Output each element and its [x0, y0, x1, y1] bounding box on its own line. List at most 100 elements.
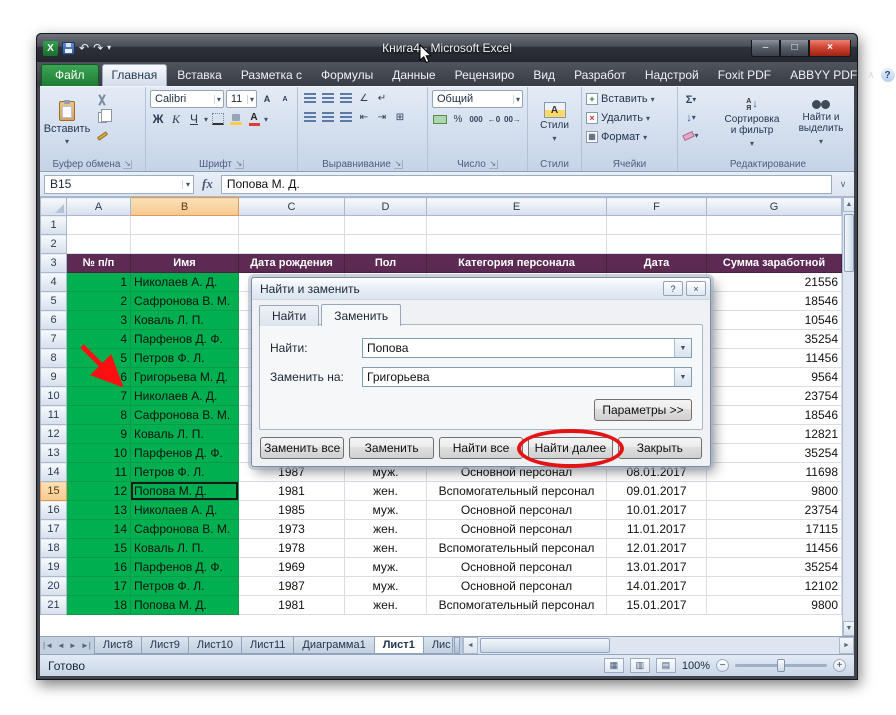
cell-A2[interactable]	[66, 234, 131, 254]
styles-button[interactable]: А Стили ▾	[538, 90, 571, 156]
tab-split-handle[interactable]	[453, 637, 460, 654]
cell-G12[interactable]: 12821	[706, 424, 842, 444]
horizontal-scrollbar[interactable]: ◄ ►	[461, 637, 854, 654]
sheet-tab-Лист11[interactable]: Лист11	[241, 637, 295, 654]
cell-A19[interactable]: 16	[66, 557, 131, 577]
cell-G19[interactable]: 35254	[706, 557, 842, 577]
increase-indent-icon[interactable]: ⇥	[374, 109, 390, 125]
sheet-tab-Лист9[interactable]: Лист9	[140, 637, 189, 654]
ribbon-tab-Надстрой[interactable]: Надстрой	[636, 65, 708, 86]
ribbon-tab-Разработ[interactable]: Разработ	[565, 65, 635, 86]
cell-C21[interactable]: 1981	[238, 595, 345, 615]
column-header-B[interactable]: B	[130, 197, 239, 216]
zoom-slider-thumb[interactable]	[777, 659, 785, 672]
cell-A13[interactable]: 10	[66, 443, 131, 463]
row-header-8[interactable]: 8	[40, 348, 67, 368]
cell-F17[interactable]: 11.01.2017	[606, 519, 707, 539]
scroll-up-icon[interactable]: ▲	[843, 197, 854, 212]
column-header-D[interactable]: D	[344, 197, 427, 216]
cell-B7[interactable]: Парфенов Д. Ф.	[130, 329, 239, 349]
row-header-21[interactable]: 21	[40, 595, 67, 615]
last-sheet-icon[interactable]: ►|	[81, 641, 91, 650]
cell-A3[interactable]: № п/п	[66, 253, 131, 273]
cell-G7[interactable]: 35254	[706, 329, 842, 349]
cell-C1[interactable]	[238, 215, 345, 235]
zoom-in-button[interactable]: +	[833, 659, 846, 672]
column-header-F[interactable]: F	[606, 197, 707, 216]
ribbon-tab-Главная[interactable]: Главная	[101, 64, 168, 86]
cell-F3[interactable]: Дата	[606, 253, 707, 273]
ribbon-tab-ABBYY PDF[interactable]: ABBYY PDF	[781, 65, 866, 86]
font-color-dropdown-icon[interactable]: ▾	[264, 115, 268, 124]
cell-G11[interactable]: 18546	[706, 405, 842, 425]
cell-E3[interactable]: Категория персонала	[426, 253, 607, 273]
italic-button[interactable]: К	[168, 111, 184, 127]
replace-input[interactable]: Григорьева ▼	[362, 367, 692, 387]
dialog-title-bar[interactable]: Найти и заменить ? ×	[252, 278, 710, 300]
scroll-left-icon[interactable]: ◄	[462, 637, 478, 654]
normal-view-icon[interactable]: ▦	[603, 658, 624, 673]
sheet-tab-Лист8[interactable]: Лист8	[93, 637, 142, 654]
cell-D20[interactable]: муж.	[344, 576, 427, 596]
fill-icon[interactable]: ↓ ▾	[682, 110, 700, 125]
name-box[interactable]: B15 ▾	[44, 174, 194, 194]
cell-E1[interactable]	[426, 215, 607, 235]
row-header-13[interactable]: 13	[40, 443, 67, 463]
cell-B14[interactable]: Петров Ф. Л.	[130, 462, 239, 482]
align-left-icon[interactable]	[302, 109, 318, 125]
cell-E20[interactable]: Основной персонал	[426, 576, 607, 596]
find-dropdown-icon[interactable]: ▼	[674, 339, 691, 357]
row-header-20[interactable]: 20	[40, 576, 67, 596]
select-all-corner[interactable]	[40, 197, 67, 216]
cell-E16[interactable]: Основной персонал	[426, 500, 607, 520]
cell-B16[interactable]: Николаев А. Д.	[130, 500, 239, 520]
cell-B20[interactable]: Петров Ф. Л.	[130, 576, 239, 596]
cell-E19[interactable]: Основной персонал	[426, 557, 607, 577]
row-header-1[interactable]: 1	[40, 215, 67, 235]
cell-F19[interactable]: 13.01.2017	[606, 557, 707, 577]
row-header-7[interactable]: 7	[40, 329, 67, 349]
ribbon-tab-Foxit PDF[interactable]: Foxit PDF	[709, 65, 780, 86]
decrease-decimal-icon[interactable]: 00→	[504, 111, 521, 127]
dialog-button-Заменить[interactable]: Заменить	[349, 437, 434, 459]
cell-C19[interactable]: 1969	[238, 557, 345, 577]
cell-A21[interactable]: 18	[66, 595, 131, 615]
cell-G16[interactable]: 23754	[706, 500, 842, 520]
font-family-combo[interactable]: Calibri ▾	[150, 90, 224, 108]
scroll-down-icon[interactable]: ▼	[843, 621, 854, 636]
autosum-icon[interactable]: Σ ▾	[682, 92, 700, 107]
font-color-button[interactable]: А	[246, 111, 262, 127]
dialog-launcher-icon[interactable]: ↘	[123, 159, 133, 169]
row-header-12[interactable]: 12	[40, 424, 67, 444]
cell-G17[interactable]: 17115	[706, 519, 842, 539]
sheet-tab-Лис[interactable]: Лис	[422, 637, 453, 654]
cell-B11[interactable]: Сафронова В. М.	[130, 405, 239, 425]
cell-F21[interactable]: 15.01.2017	[606, 595, 707, 615]
orientation-icon[interactable]: ∠	[356, 90, 372, 106]
cell-A18[interactable]: 15	[66, 538, 131, 558]
ribbon-tab-Формулы[interactable]: Формулы	[312, 65, 382, 86]
scroll-right-icon[interactable]: ►	[839, 637, 854, 654]
cell-G21[interactable]: 9800	[706, 595, 842, 615]
cell-B2[interactable]	[130, 234, 239, 254]
cell-G6[interactable]: 10546	[706, 310, 842, 330]
cell-C17[interactable]: 1973	[238, 519, 345, 539]
dialog-button-Найти далее[interactable]: Найти далее	[528, 437, 613, 459]
next-sheet-icon[interactable]: ►	[69, 641, 77, 650]
cell-B10[interactable]: Николаев А. Д.	[130, 386, 239, 406]
bold-button[interactable]: Ж	[150, 111, 166, 127]
cell-F15[interactable]: 09.01.2017	[606, 481, 707, 501]
paste-button[interactable]: Вставить ▾	[44, 90, 90, 156]
find-input[interactable]: Попова ▼	[362, 338, 692, 358]
cell-E18[interactable]: Вспомогательный персонал	[426, 538, 607, 558]
cell-G8[interactable]: 11456	[706, 348, 842, 368]
cell-G15[interactable]: 9800	[706, 481, 842, 501]
cell-D3[interactable]: Пол	[344, 253, 427, 273]
cell-A14[interactable]: 11	[66, 462, 131, 482]
row-header-2[interactable]: 2	[40, 234, 67, 254]
percent-icon[interactable]: %	[450, 111, 466, 127]
cell-A6[interactable]: 3	[66, 310, 131, 330]
vertical-scroll-thumb[interactable]	[844, 214, 854, 272]
cell-B18[interactable]: Коваль Л. П.	[130, 538, 239, 558]
insert-cells-button[interactable]: + Вставить ▾	[586, 90, 673, 108]
